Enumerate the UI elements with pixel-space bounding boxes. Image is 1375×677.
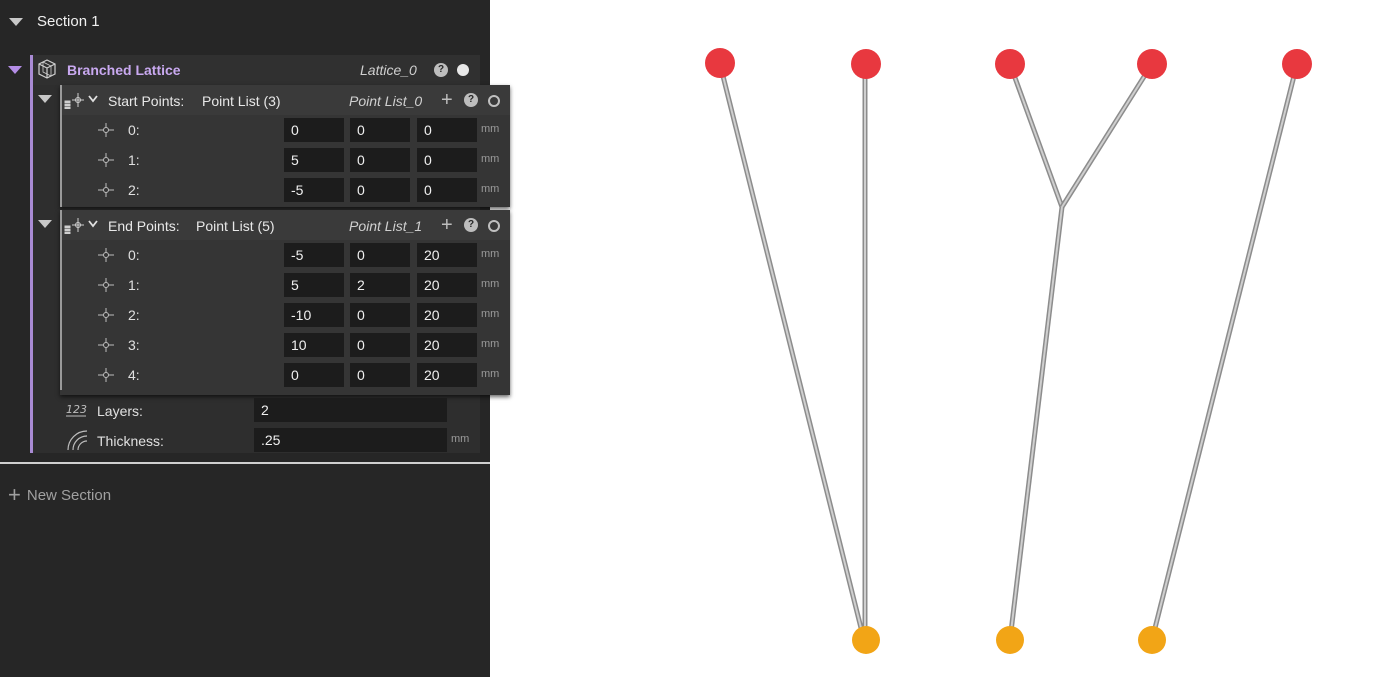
- point-x-field[interactable]: 5: [284, 273, 344, 297]
- point-y-field[interactable]: 0: [350, 118, 410, 142]
- point-x-field[interactable]: 0: [284, 118, 344, 142]
- start-nodes: [852, 626, 1166, 654]
- lattice-id[interactable]: Lattice_0: [360, 62, 417, 78]
- layers-field[interactable]: 2: [254, 398, 447, 422]
- start-points-help-icon[interactable]: ?: [464, 93, 478, 107]
- point-y-field[interactable]: 0: [350, 303, 410, 327]
- strut-highlight: [1061, 63, 1153, 208]
- start-node[interactable]: [996, 626, 1024, 654]
- chevron-down-icon[interactable]: [88, 95, 98, 103]
- point-x-field[interactable]: 5: [284, 148, 344, 172]
- point-y-field[interactable]: 2: [350, 273, 410, 297]
- end-points-help-icon[interactable]: ?: [464, 218, 478, 232]
- point-icon: [98, 123, 114, 137]
- svg-text:123: 123: [66, 403, 87, 416]
- point-y-field[interactable]: 0: [350, 148, 410, 172]
- plus-icon: +: [8, 482, 21, 507]
- point-index: 0:: [128, 247, 140, 263]
- section-title: Section 1: [37, 13, 100, 30]
- lattice-help-icon[interactable]: ?: [434, 63, 448, 77]
- end-node[interactable]: [995, 49, 1025, 79]
- point-y-field[interactable]: 0: [350, 333, 410, 357]
- strut-highlight: [1009, 63, 1063, 208]
- point-icon: [98, 368, 114, 382]
- point-index: 3:: [128, 337, 140, 353]
- point-icon: [98, 278, 114, 292]
- point-z-field[interactable]: 20: [417, 363, 477, 387]
- point-icon: [98, 338, 114, 352]
- start-points-label: Start Points:: [108, 93, 185, 109]
- point-z-field[interactable]: 20: [417, 243, 477, 267]
- point-index: 0:: [128, 122, 140, 138]
- add-point-icon[interactable]: +: [441, 215, 453, 235]
- section-divider: [0, 462, 490, 464]
- viewport-canvas[interactable]: [490, 0, 1375, 677]
- point-icon: [98, 308, 114, 322]
- end-points-label: End Points:: [108, 218, 180, 234]
- lattice-accent-bar: [30, 55, 33, 453]
- point-index: 4:: [128, 367, 140, 383]
- end-nodes: [705, 48, 1312, 79]
- end-node[interactable]: [1137, 49, 1167, 79]
- cube-icon: [38, 59, 56, 79]
- strut-highlight: [1009, 206, 1063, 641]
- point-icon: [98, 248, 114, 262]
- point-z-field[interactable]: 0: [417, 148, 477, 172]
- start-node[interactable]: [852, 626, 880, 654]
- point-index: 2:: [128, 182, 140, 198]
- point-y-field[interactable]: 0: [350, 363, 410, 387]
- point-z-field[interactable]: 20: [417, 303, 477, 327]
- add-point-icon[interactable]: +: [441, 90, 453, 110]
- point-z-field[interactable]: 20: [417, 273, 477, 297]
- start-node[interactable]: [1138, 626, 1166, 654]
- lattice-name: Branched Lattice: [67, 62, 181, 78]
- point-y-field[interactable]: 0: [350, 243, 410, 267]
- point-x-field[interactable]: 10: [284, 333, 344, 357]
- thickness-unit: mm: [451, 433, 470, 445]
- thickness-label: Thickness:: [97, 433, 164, 449]
- point-icon: [98, 183, 114, 197]
- point-y-field[interactable]: 0: [350, 178, 410, 202]
- collapse-triangle-icon[interactable]: [9, 18, 23, 26]
- point-x-field[interactable]: -5: [284, 243, 344, 267]
- point-list-icon: [64, 93, 84, 109]
- end-node[interactable]: [705, 48, 735, 78]
- strut-highlight: [1151, 63, 1298, 641]
- thickness-field[interactable]: .25: [254, 428, 447, 452]
- point-index: 2:: [128, 307, 140, 323]
- point-index: 1:: [128, 152, 140, 168]
- start-points-collapse-icon[interactable]: [38, 95, 52, 103]
- point-x-field[interactable]: -5: [284, 178, 344, 202]
- layers-label: Layers:: [97, 403, 143, 419]
- start-points-id[interactable]: Point List_0: [349, 93, 422, 109]
- point-x-field[interactable]: -10: [284, 303, 344, 327]
- new-section-button[interactable]: + New Section: [8, 482, 111, 508]
- point-list-icon: [64, 218, 84, 234]
- lattice-struts: [717, 62, 1300, 641]
- strut-highlight: [719, 63, 865, 641]
- chevron-down-icon[interactable]: [88, 220, 98, 228]
- start-points-accent: [60, 85, 62, 207]
- end-node[interactable]: [1282, 49, 1312, 79]
- end-node[interactable]: [851, 49, 881, 79]
- point-z-field[interactable]: 20: [417, 333, 477, 357]
- point-z-field[interactable]: 0: [417, 118, 477, 142]
- point-z-field[interactable]: 0: [417, 178, 477, 202]
- point-x-field[interactable]: 0: [284, 363, 344, 387]
- lattice-visibility-icon[interactable]: [457, 64, 469, 76]
- end-points-accent: [60, 210, 62, 390]
- thickness-icon: [67, 430, 88, 451]
- lattice-collapse-icon[interactable]: [8, 66, 22, 74]
- end-points-id[interactable]: Point List_1: [349, 218, 422, 234]
- end-points-type[interactable]: Point List (5): [196, 218, 275, 234]
- point-icon: [98, 153, 114, 167]
- start-points-type[interactable]: Point List (3): [202, 93, 281, 109]
- 123-icon: 123: [66, 403, 87, 417]
- point-index: 1:: [128, 277, 140, 293]
- end-points-collapse-icon[interactable]: [38, 220, 52, 228]
- new-section-label: New Section: [26, 487, 112, 504]
- properties-panel: Section 1 Branched Lattice Lattice_0 ? S…: [0, 0, 510, 677]
- section-header[interactable]: Section 1: [0, 0, 490, 44]
